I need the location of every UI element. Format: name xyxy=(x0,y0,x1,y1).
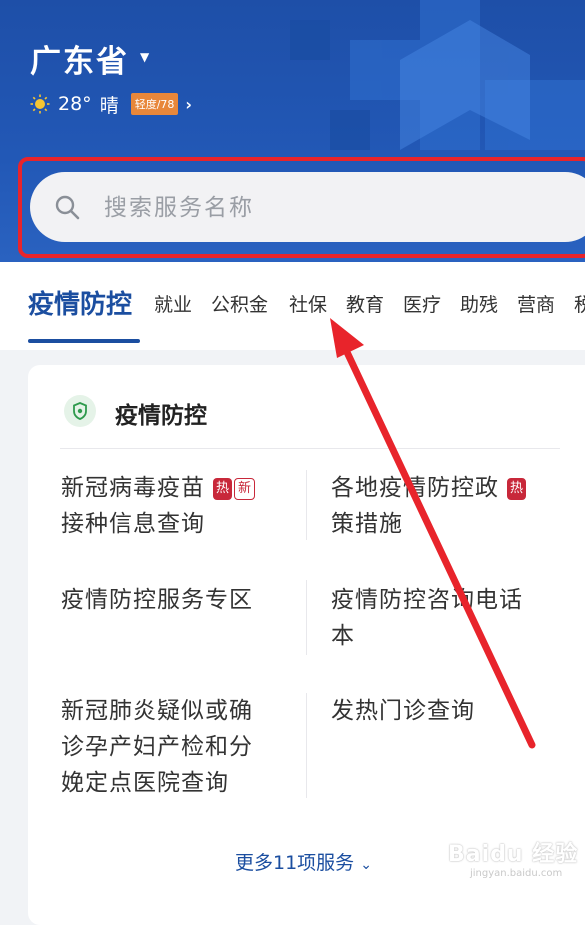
card-title: 疫情防控 xyxy=(115,403,207,429)
province-name[interactable]: 广东省 xyxy=(30,36,129,81)
service-label: 疫情防控服务专区 xyxy=(61,587,253,613)
tab-social-security[interactable]: 社保 xyxy=(289,290,327,317)
service-vaccine-query[interactable]: 新冠病毒疫苗热新 接种信息查询 xyxy=(61,470,291,542)
hot-badge: 热 xyxy=(213,478,233,500)
aqi-badge: 轻度/78 xyxy=(130,93,179,115)
service-label: 各地疫情防控政 xyxy=(331,475,499,501)
weather-condition: 晴 xyxy=(99,94,119,117)
active-tab-indicator xyxy=(28,339,140,343)
tab-epidemic[interactable]: 疫情防控 xyxy=(28,284,132,321)
search-highlight-box xyxy=(18,157,585,258)
column-divider xyxy=(306,470,307,540)
decorative-pattern xyxy=(290,0,585,150)
weather-info[interactable]: 28° 晴 轻度/78 › xyxy=(30,92,192,117)
service-maternal-hospital-query[interactable]: 新冠肺炎疑似或确 诊孕产妇产检和分 娩定点医院查询 xyxy=(61,693,291,801)
shield-icon xyxy=(64,395,96,427)
category-tabs: 疫情防控 就业 公积金 社保 教育 医疗 助残 营商 税 xyxy=(0,262,585,350)
column-divider xyxy=(306,580,307,655)
service-epidemic-zone[interactable]: 疫情防控服务专区 xyxy=(61,582,291,618)
divider xyxy=(60,448,560,449)
baidu-watermark: Baidu 经验 xyxy=(448,842,579,867)
service-label: 新冠病毒疫苗 xyxy=(61,475,205,501)
service-fever-clinic-query[interactable]: 发热门诊查询 xyxy=(331,693,561,729)
more-services-link[interactable]: 更多11项服务 ⌄ xyxy=(235,848,372,875)
service-label: 发热门诊查询 xyxy=(331,698,475,724)
chevron-down-icon[interactable]: ▼ xyxy=(140,50,149,64)
service-label: 策措施 xyxy=(331,511,403,537)
hot-badge: 热 xyxy=(507,478,527,500)
tab-business[interactable]: 营商 xyxy=(517,290,555,317)
new-badge: 新 xyxy=(234,478,256,500)
tab-housing-fund[interactable]: 公积金 xyxy=(211,290,268,317)
service-local-policies[interactable]: 各地疫情防控政热 策措施 xyxy=(331,470,561,542)
tab-education[interactable]: 教育 xyxy=(346,290,384,317)
watermark-url: jingyan.baidu.com xyxy=(470,868,563,879)
service-label: 本 xyxy=(331,623,355,649)
service-label: 娩定点医院查询 xyxy=(61,770,229,796)
service-label: 疫情防控咨询电话 xyxy=(331,587,523,613)
more-label: 更多11项服务 xyxy=(235,852,355,874)
service-hotline-directory[interactable]: 疫情防控咨询电话 本 xyxy=(331,582,561,654)
tab-disability[interactable]: 助残 xyxy=(460,290,498,317)
tab-tax[interactable]: 税 xyxy=(574,290,585,317)
service-label: 诊孕产妇产检和分 xyxy=(61,734,253,760)
temperature: 28° xyxy=(58,93,92,115)
service-label: 新冠肺炎疑似或确 xyxy=(61,698,253,724)
tab-employment[interactable]: 就业 xyxy=(154,290,192,317)
service-label: 接种信息查询 xyxy=(61,511,205,537)
tab-medical[interactable]: 医疗 xyxy=(403,290,441,317)
chevron-right-icon: › xyxy=(185,94,192,114)
sun-icon xyxy=(30,94,50,114)
chevron-down-icon: ⌄ xyxy=(360,857,372,873)
column-divider xyxy=(306,693,307,798)
